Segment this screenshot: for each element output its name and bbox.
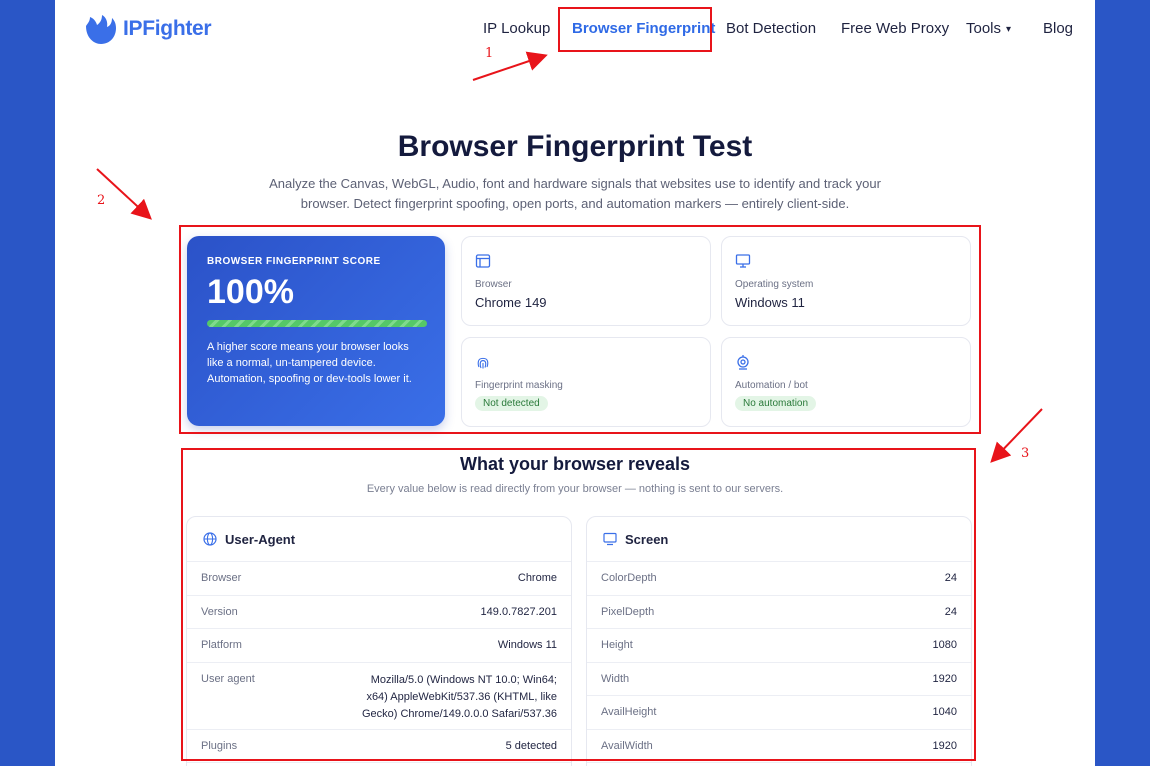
annotation-box-2: [179, 225, 981, 434]
nav-blog[interactable]: Blog: [1043, 20, 1073, 37]
annotation-label-3: 3: [1021, 446, 1030, 461]
annotation-label-2: 2: [97, 193, 106, 208]
brand-name: IPFighter: [123, 17, 212, 40]
nav-bot-detection[interactable]: Bot Detection: [726, 20, 816, 37]
nav-free-web-proxy[interactable]: Free Web Proxy: [841, 20, 949, 37]
nav-ip-lookup[interactable]: IP Lookup: [483, 20, 550, 37]
page-subtitle: Analyze the Canvas, WebGL, Audio, font a…: [269, 176, 881, 211]
page-title: Browser Fingerprint Test: [397, 130, 753, 163]
annotation-label-1: 1: [485, 46, 494, 61]
brand-logo[interactable]: IPFighter: [84, 14, 212, 44]
chevron-down-icon: ▾: [1006, 24, 1012, 35]
nav-tools-label: Tools: [966, 20, 1002, 37]
nav-tools[interactable]: Tools ▾: [966, 20, 1011, 37]
flame-logo-icon: [86, 15, 116, 44]
annotation-box-3: [181, 448, 976, 761]
annotation-box-1: [558, 7, 712, 52]
